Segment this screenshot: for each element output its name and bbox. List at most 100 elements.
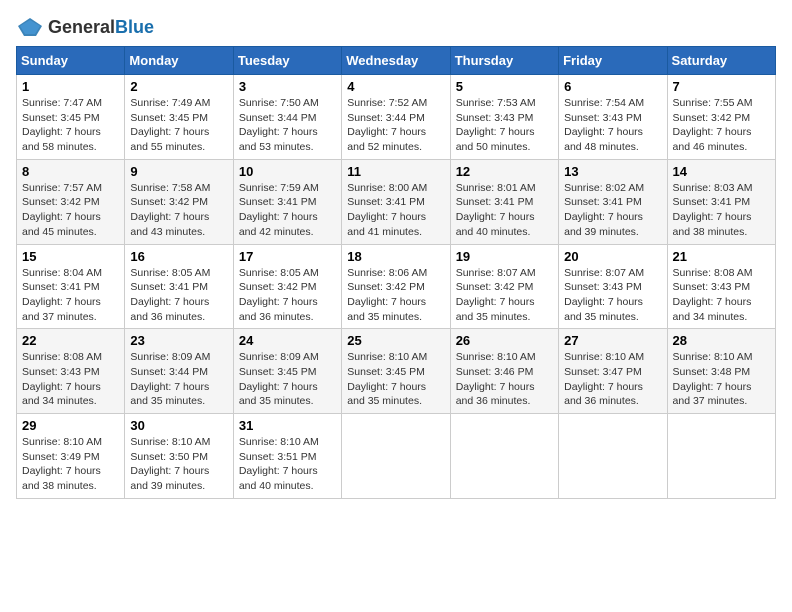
calendar-cell: 14 Sunrise: 8:03 AM Sunset: 3:41 PM Dayl… — [667, 159, 775, 244]
day-info: Sunrise: 7:59 AM Sunset: 3:41 PM Dayligh… — [239, 181, 336, 240]
calendar-cell — [667, 414, 775, 499]
day-number: 18 — [347, 249, 444, 264]
calendar-cell: 22 Sunrise: 8:08 AM Sunset: 3:43 PM Dayl… — [17, 329, 125, 414]
day-info: Sunrise: 8:09 AM Sunset: 3:44 PM Dayligh… — [130, 350, 227, 409]
calendar-cell: 28 Sunrise: 8:10 AM Sunset: 3:48 PM Dayl… — [667, 329, 775, 414]
calendar-cell: 3 Sunrise: 7:50 AM Sunset: 3:44 PM Dayli… — [233, 75, 341, 160]
day-info: Sunrise: 8:10 AM Sunset: 3:46 PM Dayligh… — [456, 350, 553, 409]
col-monday: Monday — [125, 47, 233, 75]
day-number: 8 — [22, 164, 119, 179]
day-number: 5 — [456, 79, 553, 94]
calendar-week-row: 15 Sunrise: 8:04 AM Sunset: 3:41 PM Dayl… — [17, 244, 776, 329]
day-number: 3 — [239, 79, 336, 94]
calendar-cell: 2 Sunrise: 7:49 AM Sunset: 3:45 PM Dayli… — [125, 75, 233, 160]
day-number: 19 — [456, 249, 553, 264]
calendar-cell: 25 Sunrise: 8:10 AM Sunset: 3:45 PM Dayl… — [342, 329, 450, 414]
day-number: 12 — [456, 164, 553, 179]
calendar-cell: 15 Sunrise: 8:04 AM Sunset: 3:41 PM Dayl… — [17, 244, 125, 329]
calendar-cell: 29 Sunrise: 8:10 AM Sunset: 3:49 PM Dayl… — [17, 414, 125, 499]
calendar-cell: 1 Sunrise: 7:47 AM Sunset: 3:45 PM Dayli… — [17, 75, 125, 160]
calendar-cell: 27 Sunrise: 8:10 AM Sunset: 3:47 PM Dayl… — [559, 329, 667, 414]
day-info: Sunrise: 8:10 AM Sunset: 3:49 PM Dayligh… — [22, 435, 119, 494]
day-number: 4 — [347, 79, 444, 94]
day-number: 15 — [22, 249, 119, 264]
col-saturday: Saturday — [667, 47, 775, 75]
calendar-cell: 16 Sunrise: 8:05 AM Sunset: 3:41 PM Dayl… — [125, 244, 233, 329]
day-info: Sunrise: 7:52 AM Sunset: 3:44 PM Dayligh… — [347, 96, 444, 155]
calendar-cell: 30 Sunrise: 8:10 AM Sunset: 3:50 PM Dayl… — [125, 414, 233, 499]
day-number: 9 — [130, 164, 227, 179]
day-info: Sunrise: 7:58 AM Sunset: 3:42 PM Dayligh… — [130, 181, 227, 240]
day-info: Sunrise: 8:06 AM Sunset: 3:42 PM Dayligh… — [347, 266, 444, 325]
calendar-cell: 20 Sunrise: 8:07 AM Sunset: 3:43 PM Dayl… — [559, 244, 667, 329]
col-sunday: Sunday — [17, 47, 125, 75]
col-thursday: Thursday — [450, 47, 558, 75]
calendar-cell: 18 Sunrise: 8:06 AM Sunset: 3:42 PM Dayl… — [342, 244, 450, 329]
page-header: GeneralBlue — [16, 16, 776, 38]
day-info: Sunrise: 8:09 AM Sunset: 3:45 PM Dayligh… — [239, 350, 336, 409]
day-info: Sunrise: 8:10 AM Sunset: 3:51 PM Dayligh… — [239, 435, 336, 494]
day-number: 6 — [564, 79, 661, 94]
day-info: Sunrise: 8:05 AM Sunset: 3:42 PM Dayligh… — [239, 266, 336, 325]
calendar-cell: 7 Sunrise: 7:55 AM Sunset: 3:42 PM Dayli… — [667, 75, 775, 160]
day-info: Sunrise: 8:10 AM Sunset: 3:45 PM Dayligh… — [347, 350, 444, 409]
day-info: Sunrise: 7:47 AM Sunset: 3:45 PM Dayligh… — [22, 96, 119, 155]
day-number: 10 — [239, 164, 336, 179]
day-number: 26 — [456, 333, 553, 348]
day-number: 24 — [239, 333, 336, 348]
day-number: 13 — [564, 164, 661, 179]
calendar-cell: 6 Sunrise: 7:54 AM Sunset: 3:43 PM Dayli… — [559, 75, 667, 160]
calendar-cell — [559, 414, 667, 499]
calendar-table: Sunday Monday Tuesday Wednesday Thursday… — [16, 46, 776, 499]
day-number: 29 — [22, 418, 119, 433]
calendar-cell: 9 Sunrise: 7:58 AM Sunset: 3:42 PM Dayli… — [125, 159, 233, 244]
day-number: 11 — [347, 164, 444, 179]
calendar-week-row: 29 Sunrise: 8:10 AM Sunset: 3:49 PM Dayl… — [17, 414, 776, 499]
calendar-cell: 12 Sunrise: 8:01 AM Sunset: 3:41 PM Dayl… — [450, 159, 558, 244]
day-info: Sunrise: 8:10 AM Sunset: 3:47 PM Dayligh… — [564, 350, 661, 409]
calendar-cell: 5 Sunrise: 7:53 AM Sunset: 3:43 PM Dayli… — [450, 75, 558, 160]
calendar-cell — [450, 414, 558, 499]
day-number: 21 — [673, 249, 770, 264]
day-info: Sunrise: 7:49 AM Sunset: 3:45 PM Dayligh… — [130, 96, 227, 155]
day-number: 14 — [673, 164, 770, 179]
day-number: 31 — [239, 418, 336, 433]
day-info: Sunrise: 8:08 AM Sunset: 3:43 PM Dayligh… — [22, 350, 119, 409]
calendar-cell: 17 Sunrise: 8:05 AM Sunset: 3:42 PM Dayl… — [233, 244, 341, 329]
calendar-cell: 11 Sunrise: 8:00 AM Sunset: 3:41 PM Dayl… — [342, 159, 450, 244]
col-wednesday: Wednesday — [342, 47, 450, 75]
calendar-cell: 21 Sunrise: 8:08 AM Sunset: 3:43 PM Dayl… — [667, 244, 775, 329]
calendar-cell: 4 Sunrise: 7:52 AM Sunset: 3:44 PM Dayli… — [342, 75, 450, 160]
calendar-cell: 23 Sunrise: 8:09 AM Sunset: 3:44 PM Dayl… — [125, 329, 233, 414]
day-number: 27 — [564, 333, 661, 348]
calendar-cell: 13 Sunrise: 8:02 AM Sunset: 3:41 PM Dayl… — [559, 159, 667, 244]
logo: GeneralBlue — [16, 16, 154, 38]
day-info: Sunrise: 8:08 AM Sunset: 3:43 PM Dayligh… — [673, 266, 770, 325]
day-number: 16 — [130, 249, 227, 264]
calendar-cell: 26 Sunrise: 8:10 AM Sunset: 3:46 PM Dayl… — [450, 329, 558, 414]
calendar-cell: 31 Sunrise: 8:10 AM Sunset: 3:51 PM Dayl… — [233, 414, 341, 499]
calendar-cell: 10 Sunrise: 7:59 AM Sunset: 3:41 PM Dayl… — [233, 159, 341, 244]
day-info: Sunrise: 7:50 AM Sunset: 3:44 PM Dayligh… — [239, 96, 336, 155]
day-number: 7 — [673, 79, 770, 94]
calendar-cell: 8 Sunrise: 7:57 AM Sunset: 3:42 PM Dayli… — [17, 159, 125, 244]
day-number: 2 — [130, 79, 227, 94]
col-tuesday: Tuesday — [233, 47, 341, 75]
day-number: 22 — [22, 333, 119, 348]
day-info: Sunrise: 7:53 AM Sunset: 3:43 PM Dayligh… — [456, 96, 553, 155]
day-number: 30 — [130, 418, 227, 433]
day-number: 28 — [673, 333, 770, 348]
day-info: Sunrise: 8:00 AM Sunset: 3:41 PM Dayligh… — [347, 181, 444, 240]
calendar-week-row: 8 Sunrise: 7:57 AM Sunset: 3:42 PM Dayli… — [17, 159, 776, 244]
day-info: Sunrise: 8:10 AM Sunset: 3:50 PM Dayligh… — [130, 435, 227, 494]
day-info: Sunrise: 8:01 AM Sunset: 3:41 PM Dayligh… — [456, 181, 553, 240]
day-info: Sunrise: 8:07 AM Sunset: 3:42 PM Dayligh… — [456, 266, 553, 325]
day-info: Sunrise: 7:54 AM Sunset: 3:43 PM Dayligh… — [564, 96, 661, 155]
day-number: 17 — [239, 249, 336, 264]
day-number: 20 — [564, 249, 661, 264]
day-info: Sunrise: 8:05 AM Sunset: 3:41 PM Dayligh… — [130, 266, 227, 325]
day-number: 23 — [130, 333, 227, 348]
day-number: 25 — [347, 333, 444, 348]
day-info: Sunrise: 8:07 AM Sunset: 3:43 PM Dayligh… — [564, 266, 661, 325]
calendar-week-row: 1 Sunrise: 7:47 AM Sunset: 3:45 PM Dayli… — [17, 75, 776, 160]
